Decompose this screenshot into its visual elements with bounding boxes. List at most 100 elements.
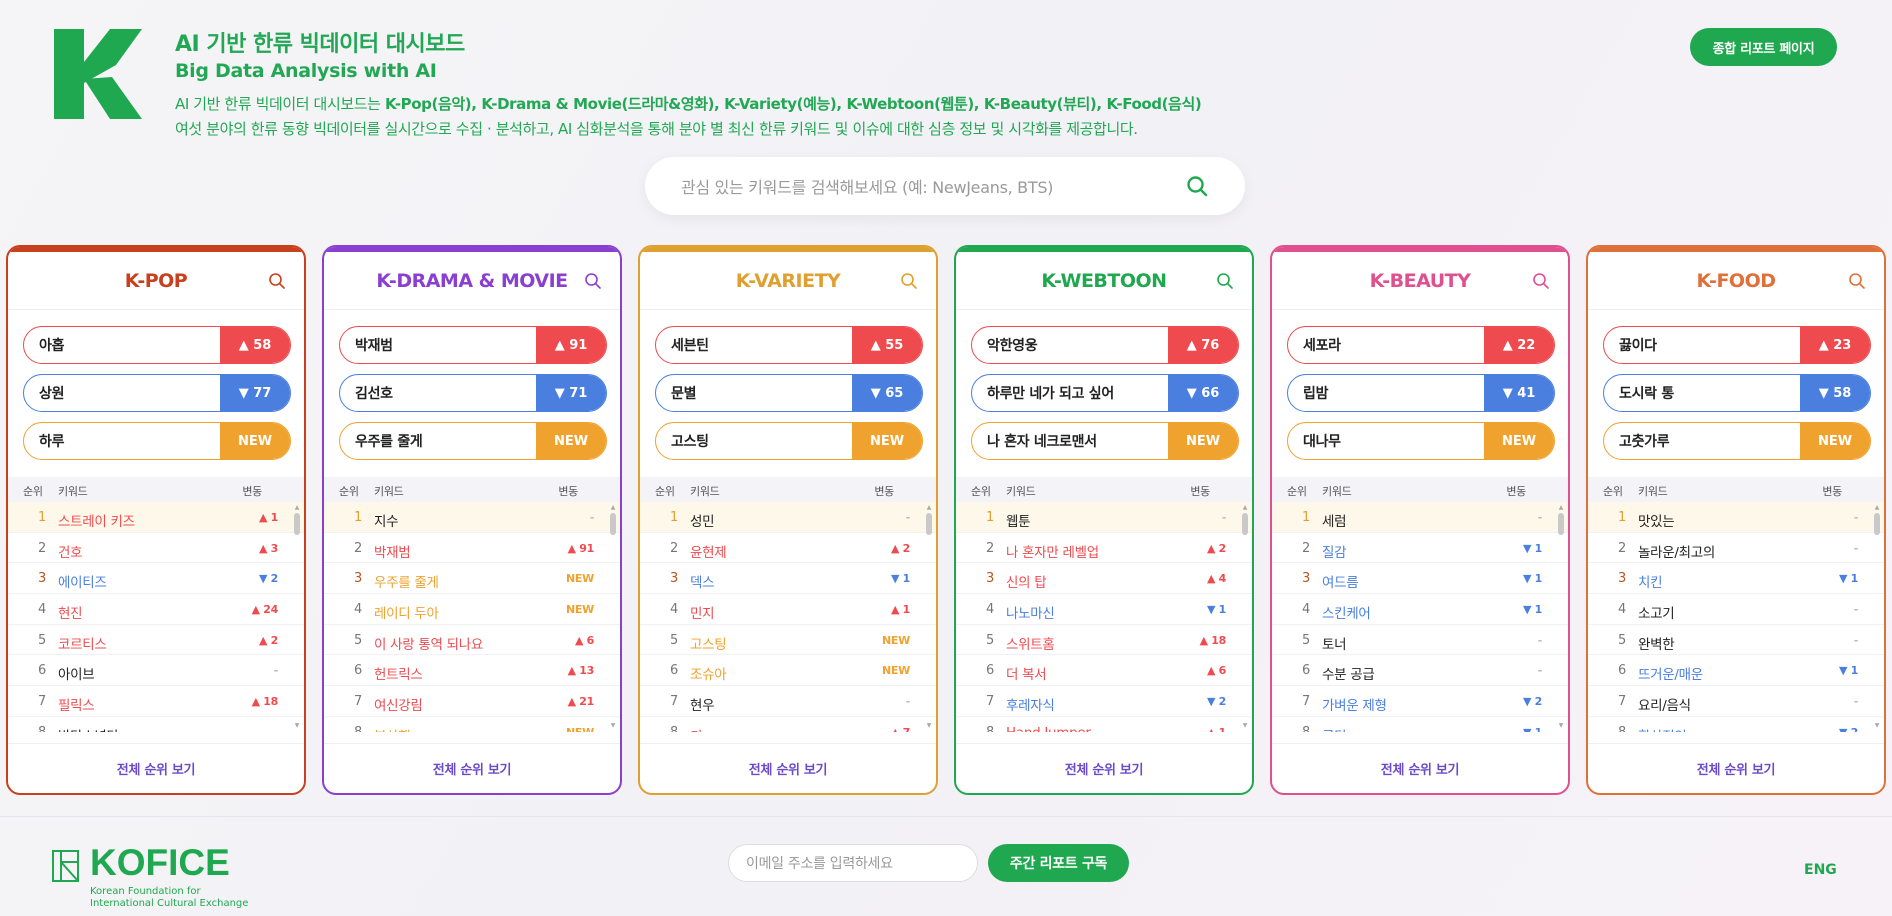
scroll-down-icon[interactable]: ▼ (610, 723, 616, 729)
ranking-keyword[interactable]: 후레자식 (1006, 694, 1055, 714)
search-icon[interactable] (1185, 174, 1209, 198)
ranking-keyword[interactable]: 우주를 줄게 (374, 571, 439, 591)
highlight-pill-up[interactable]: 악한영웅 ▲ 76 (971, 326, 1239, 364)
ranking-row[interactable]: 6 아이브 - (8, 655, 304, 687)
scroll-up-icon[interactable]: ▲ (294, 505, 300, 511)
ranking-keyword[interactable]: 에이티즈 (58, 571, 107, 591)
ranking-keyword[interactable]: 조슈아 (690, 663, 727, 683)
ranking-row[interactable]: 2 박재범 ▲ 91 (324, 533, 620, 564)
highlight-pill-up[interactable]: 세븐틴 ▲ 55 (655, 326, 923, 364)
search-icon[interactable] (268, 272, 286, 290)
view-full-ranking-link[interactable]: 전체 순위 보기 (1272, 743, 1568, 793)
scroll-down-icon[interactable]: ▼ (1558, 723, 1564, 729)
ranking-keyword[interactable]: 가벼운 제형 (1322, 694, 1387, 714)
highlight-pill-up[interactable]: 아홉 ▲ 58 (23, 326, 291, 364)
ranking-row[interactable]: 4 스킨케어 ▼ 1 (1272, 594, 1568, 625)
keyword-search-bar[interactable]: 관심 있는 키워드를 검색해보세요 (예: NewJeans, BTS) (645, 157, 1245, 215)
ranking-row[interactable]: 3 여드름 ▼ 1 (1272, 563, 1568, 595)
ranking-row[interactable]: 7 후레자식 ▼ 2 (956, 686, 1252, 717)
ranking-keyword[interactable]: 스위트홈 (1006, 633, 1055, 653)
ranking-keyword[interactable]: 요리/음식 (1638, 694, 1691, 714)
ranking-keyword[interactable]: 웹툰 (1006, 510, 1031, 530)
ranking-keyword[interactable]: 부산행 (374, 725, 411, 732)
search-input[interactable]: 관심 있는 키워드를 검색해보세요 (예: NewJeans, BTS) (681, 174, 1185, 198)
ranking-row[interactable]: 5 코르티스 ▲ 2 (8, 625, 304, 656)
highlight-pill-new[interactable]: 나 혼자 네크로맨서 NEW (971, 422, 1239, 460)
scroll-up-icon[interactable]: ▲ (1558, 505, 1564, 511)
ranking-keyword[interactable]: 민지 (690, 602, 715, 622)
ranking-keyword[interactable]: 여드름 (1322, 571, 1359, 591)
scroll-thumb[interactable] (1242, 513, 1248, 535)
ranking-keyword[interactable]: 더 복서 (1006, 663, 1047, 683)
scroll-up-icon[interactable]: ▲ (610, 505, 616, 511)
ranking-keyword[interactable]: 치킨 (1638, 571, 1663, 591)
ranking-keyword[interactable]: 현우 (690, 694, 715, 714)
highlight-pill-new[interactable]: 하루 NEW (23, 422, 291, 460)
highlight-pill-down[interactable]: 도시락 통 ▼ 58 (1603, 374, 1871, 412)
view-full-ranking-link[interactable]: 전체 순위 보기 (640, 743, 936, 793)
ranking-scrollbar[interactable]: ▲ ▼ (1558, 505, 1564, 729)
ranking-keyword[interactable]: 아이브 (58, 663, 95, 683)
highlight-pill-new[interactable]: 고스팅 NEW (655, 422, 923, 460)
ranking-row[interactable]: 8 부산행 NEW (324, 717, 620, 732)
ranking-row[interactable]: 1 맛있는 - (1588, 502, 1884, 533)
highlight-pill-up[interactable]: 세포라 ▲ 22 (1287, 326, 1555, 364)
scroll-down-icon[interactable]: ▼ (926, 723, 932, 729)
scroll-down-icon[interactable]: ▼ (294, 723, 300, 729)
view-full-ranking-link[interactable]: 전체 순위 보기 (956, 743, 1252, 793)
ranking-keyword[interactable]: 소고기 (1638, 602, 1675, 622)
ranking-row[interactable]: 3 치킨 ▼ 1 (1588, 563, 1884, 595)
ranking-keyword[interactable]: 윤현제 (690, 541, 727, 561)
ranking-keyword[interactable]: 신의 탑 (1006, 571, 1047, 591)
ranking-row[interactable]: 5 고스팅 NEW (640, 625, 936, 656)
overall-report-button[interactable]: 종합 리포트 페이지 (1690, 28, 1837, 66)
ranking-row[interactable]: 1 지수 - (324, 502, 620, 533)
ranking-keyword[interactable]: 세럼 (1322, 510, 1347, 530)
ranking-keyword[interactable]: 나노마신 (1006, 602, 1055, 622)
ranking-keyword[interactable]: 뜨거운/매운 (1638, 663, 1703, 683)
ranking-row[interactable]: 4 민지 ▲ 1 (640, 594, 936, 625)
ranking-row[interactable]: 5 토너 - (1272, 625, 1568, 656)
ranking-keyword[interactable]: 나 혼자만 레벨업 (1006, 541, 1099, 561)
ranking-row[interactable]: 7 필릭스 ▲ 18 (8, 686, 304, 717)
highlight-pill-down[interactable]: 립밤 ▼ 41 (1287, 374, 1555, 412)
scroll-down-icon[interactable]: ▼ (1242, 723, 1248, 729)
ranking-row[interactable]: 7 여신강림 ▲ 21 (324, 686, 620, 717)
ranking-row[interactable]: 8 Hand Jumper ▲ 1 (956, 717, 1252, 732)
ranking-keyword[interactable]: 질감 (1322, 541, 1347, 561)
ranking-row[interactable]: 6 수분 공급 - (1272, 655, 1568, 687)
ranking-scrollbar[interactable]: ▲ ▼ (926, 505, 932, 729)
ranking-row[interactable]: 2 건호 ▲ 3 (8, 533, 304, 564)
language-toggle[interactable]: ENG (1804, 862, 1837, 878)
ranking-keyword[interactable]: 완벽한 (1638, 633, 1675, 653)
scroll-thumb[interactable] (294, 513, 300, 535)
scroll-thumb[interactable] (1558, 513, 1564, 535)
ranking-scrollbar[interactable]: ▲ ▼ (1242, 505, 1248, 729)
ranking-row[interactable]: 8 키 ▲ 7 (640, 717, 936, 732)
ranking-keyword[interactable]: 여신강림 (374, 694, 423, 714)
ranking-keyword[interactable]: 박재범 (374, 541, 411, 561)
highlight-pill-new[interactable]: 우주를 줄게 NEW (339, 422, 607, 460)
ranking-keyword[interactable]: 덱스 (690, 571, 715, 591)
ranking-row[interactable]: 1 웹툰 - (956, 502, 1252, 533)
ranking-keyword[interactable]: 헌트릭스 (374, 663, 423, 683)
ranking-scrollbar[interactable]: ▲ ▼ (294, 505, 300, 729)
ranking-row[interactable]: 6 더 복서 ▲ 6 (956, 655, 1252, 687)
ranking-keyword[interactable]: 맛있는 (1638, 510, 1675, 530)
view-full-ranking-link[interactable]: 전체 순위 보기 (1588, 743, 1884, 793)
ranking-keyword[interactable]: 지수 (374, 510, 399, 530)
ranking-row[interactable]: 2 나 혼자만 레벨업 ▲ 2 (956, 533, 1252, 564)
scroll-thumb[interactable] (1874, 513, 1880, 535)
search-icon[interactable] (1848, 272, 1866, 290)
ranking-row[interactable]: 6 헌트릭스 ▲ 13 (324, 655, 620, 687)
scroll-up-icon[interactable]: ▲ (1242, 505, 1248, 511)
ranking-row[interactable]: 8 루틴 ▼ 1 (1272, 717, 1568, 732)
ranking-row[interactable]: 2 질감 ▼ 1 (1272, 533, 1568, 564)
ranking-row[interactable]: 4 레이디 두아 NEW (324, 594, 620, 625)
ranking-row[interactable]: 8 환상적인 ▼ 2 (1588, 717, 1884, 732)
ranking-scrollbar[interactable]: ▲ ▼ (610, 505, 616, 729)
ranking-row[interactable]: 2 윤현제 ▲ 2 (640, 533, 936, 564)
ranking-keyword[interactable]: 레이디 두아 (374, 602, 439, 622)
email-input[interactable]: 이메일 주소를 입력하세요 (728, 844, 978, 882)
ranking-keyword[interactable]: 성민 (690, 510, 715, 530)
